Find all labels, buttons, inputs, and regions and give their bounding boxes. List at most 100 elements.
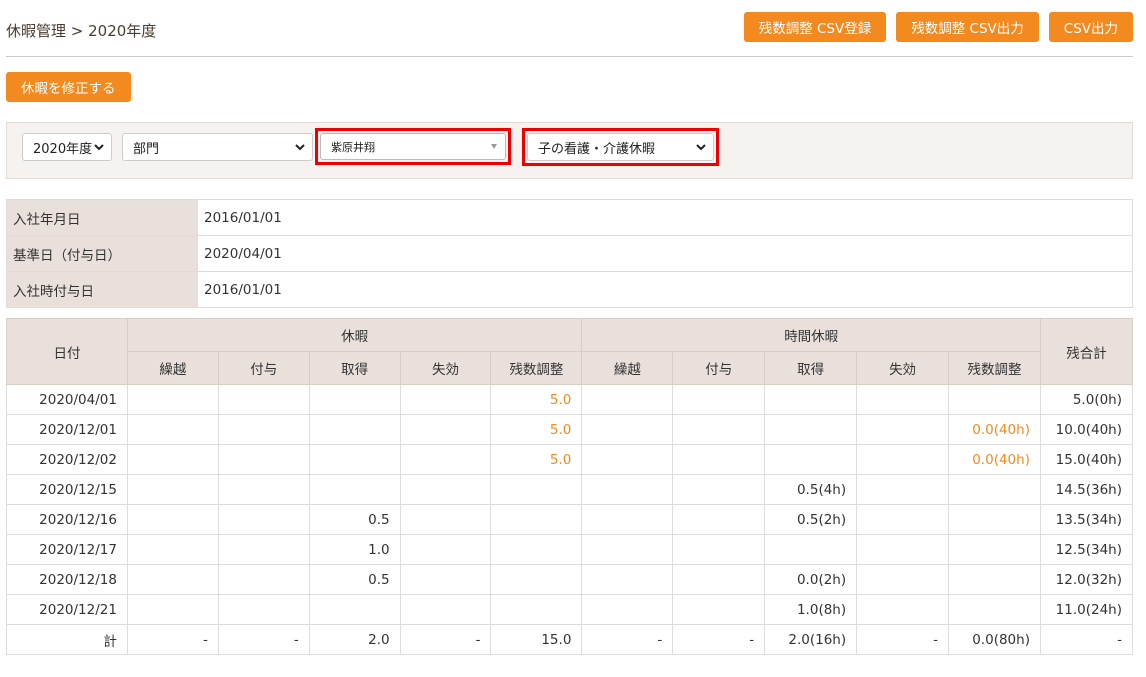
table-row: 2020/04/01 5.0 5.0(0h) [6,384,1134,415]
sub-header: 取得 [764,351,858,385]
info-label: 入社時付与日 [6,271,198,308]
value-cell: 0.5 [308,504,401,535]
sub-header: 付与 [672,351,766,385]
value-cell [399,474,492,505]
csv-import-adjust-button[interactable]: 残数調整 CSV登録 [743,12,887,42]
value-cell [856,504,949,535]
info-row: 入社時付与日 2016/01/01 [6,271,1133,308]
value-cell [948,474,1041,505]
value-cell [217,474,310,505]
leave-group-header: 休暇 [126,318,583,352]
year-select-value: 2020年度 [33,141,93,157]
value-cell [856,474,949,505]
leave-type-select-value: 子の看護・介護休暇 [538,141,656,157]
value-cell [581,534,674,565]
filter-bar: 2020年度 部門 紫原井翔 子の看護・介護休暇 [6,122,1133,179]
value-cell: 1.0 [308,534,401,565]
date-cell: 2020/12/18 [6,564,128,595]
info-value: 2016/01/01 [197,199,1133,236]
value-cell: 0.5(2h) [764,504,858,535]
value-cell [217,384,310,415]
value-cell: 2.0(16h) [764,624,858,655]
value-cell: 0.5 [308,564,401,595]
value-cell [126,564,219,595]
value-cell [217,564,310,595]
breadcrumb: 休暇管理 > 2020年度 [6,22,157,40]
value-cell: 0.0(80h) [948,624,1041,655]
info-value: 2020/04/01 [197,235,1133,272]
table-row: 2020/12/01 5.0 0.0(40h) 10.0(40h) [6,414,1134,445]
date-cell: 2020/12/01 [6,414,128,445]
table-row: 計 - -2.0-15.0- -2.0(16h) -0.0(80h) - [6,624,1134,655]
value-cell: 15.0 [490,624,583,655]
employee-select[interactable]: 紫原井翔 [320,133,506,160]
sub-header: 残数調整 [948,351,1041,385]
value-cell [856,594,949,625]
value-cell [217,504,310,535]
table-row: 2020/12/17 1.0 12.5(34h) [6,534,1134,565]
value-cell: 11.0(24h) [1039,594,1134,625]
employee-select-value: 紫原井翔 [331,140,375,154]
value-cell [490,534,583,565]
value-cell: - [672,624,766,655]
value-cell [126,594,219,625]
date-header: 日付 [6,318,128,385]
value-cell [399,414,492,445]
value-cell [672,504,766,535]
value-cell: 5.0 [490,444,583,475]
value-cell [672,474,766,505]
value-cell [399,594,492,625]
table-row: 2020/12/21 1.0(8h) 11.0(24h) [6,594,1134,625]
total-header: 残合計 [1039,318,1134,385]
value-cell: 12.5(34h) [1039,534,1134,565]
table-row: 2020/12/18 0.5 0.0(2h) 12.0(32h) [6,564,1134,595]
value-cell [856,444,949,475]
value-cell [217,534,310,565]
value-cell [672,564,766,595]
sub-header: 付与 [217,351,310,385]
info-label: 基準日（付与日） [6,235,198,272]
value-cell [308,474,401,505]
value-cell [126,534,219,565]
value-cell: - [217,624,310,655]
value-cell [490,504,583,535]
csv-export-adjust-button[interactable]: 残数調整 CSV出力 [896,12,1039,42]
value-cell [399,384,492,415]
department-select[interactable]: 部門 [122,133,313,161]
value-cell [948,594,1041,625]
value-cell [581,444,674,475]
chevron-down-icon [696,144,706,151]
value-cell [308,444,401,475]
date-cell: 2020/12/21 [6,594,128,625]
info-label: 入社年月日 [6,199,198,236]
info-row: 基準日（付与日） 2020/04/01 [6,235,1133,272]
value-cell: - [399,624,492,655]
value-cell [490,594,583,625]
value-cell [581,504,674,535]
leave-type-select[interactable]: 子の看護・介護休暇 [527,133,714,161]
value-cell: 0.0(40h) [948,444,1041,475]
csv-export-button[interactable]: CSV出力 [1048,12,1133,42]
value-cell [764,414,858,445]
info-row: 入社年月日 2016/01/01 [6,199,1133,236]
table-row: 2020/12/16 0.5 0.5(2h) 13.5(34h) [6,504,1134,535]
value-cell [217,414,310,445]
date-cell: 2020/12/02 [6,444,128,475]
sub-header: 失効 [399,351,492,385]
edit-leave-button[interactable]: 休暇を修正する [6,72,131,102]
employee-info-table: 入社年月日 2016/01/01 基準日（付与日） 2020/04/01 入社時… [6,199,1133,308]
value-cell [948,534,1041,565]
value-cell [856,564,949,595]
value-cell [581,594,674,625]
value-cell [399,444,492,475]
date-cell: 2020/12/17 [6,534,128,565]
header-row-groups: 日付 休暇 時間休暇 残合計 [6,318,1134,385]
value-cell [672,414,766,445]
value-cell: 0.0(40h) [948,414,1041,445]
date-cell: 計 [6,624,128,655]
value-cell [948,504,1041,535]
value-cell [672,444,766,475]
year-select[interactable]: 2020年度 [22,133,112,161]
value-cell [856,534,949,565]
department-select-value: 部門 [133,141,160,157]
